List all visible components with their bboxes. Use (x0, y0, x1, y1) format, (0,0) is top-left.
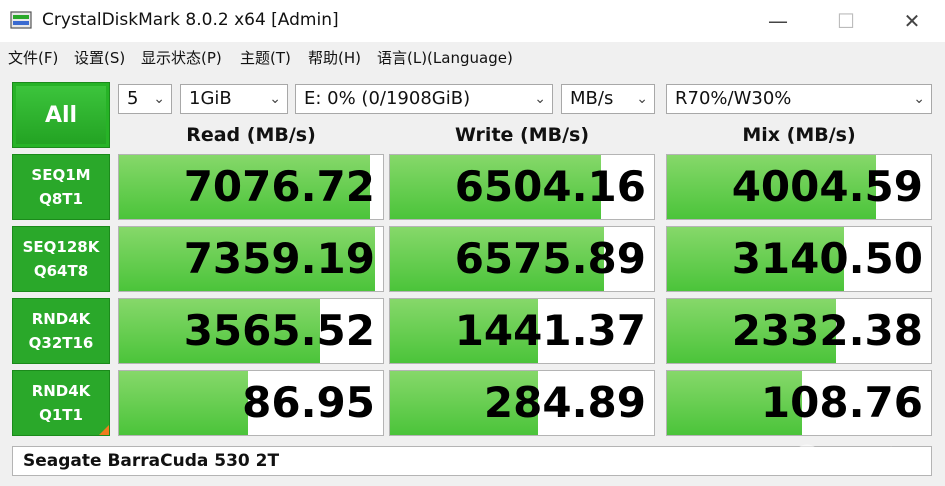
mix-header: Mix (MB/s) (742, 124, 856, 146)
result-value: 3565.52 (183, 306, 375, 355)
maximize-icon: ☐ (837, 9, 855, 33)
chevron-down-icon: ⌄ (153, 91, 165, 107)
result-read: 7076.72 (118, 154, 384, 220)
result-value: 6504.16 (454, 162, 646, 211)
maximize-button[interactable]: ☐ (823, 6, 869, 36)
test-params: Q8T1 (39, 190, 83, 208)
test-name: SEQ128K (22, 238, 100, 256)
all-button-label: All (44, 102, 78, 128)
title-bar: CrystalDiskMark 8.0.2 x64 [Admin] — ☐ ✕ (0, 0, 945, 42)
mix-ratio-select[interactable]: R70%/W30% ⌄ (666, 84, 932, 114)
chevron-down-icon: ⌄ (913, 91, 925, 107)
result-value: 2332.38 (731, 306, 923, 355)
chevron-down-icon: ⌄ (534, 91, 546, 107)
watermark-logo-icon (793, 444, 821, 472)
drive-select[interactable]: E: 0% (0/1908GiB) ⌄ (295, 84, 553, 114)
window-title: CrystalDiskMark 8.0.2 x64 [Admin] (42, 10, 339, 30)
test-name: SEQ1M (31, 166, 91, 184)
read-header: Read (MB/s) (186, 124, 316, 146)
test-button-rnd4k-q1t1[interactable]: RND4K Q1T1 (12, 370, 110, 436)
test-button-rnd4k-q32t16[interactable]: RND4K Q32T16 (12, 298, 110, 364)
test-name: RND4K (31, 382, 91, 400)
menu-help[interactable]: 帮助(H) (308, 47, 361, 68)
drive-value: E: 0% (0/1908GiB) (304, 88, 471, 109)
result-mix: 3140.50 (666, 226, 932, 292)
result-value: 284.89 (483, 378, 646, 427)
result-read: 86.95 (118, 370, 384, 436)
result-value: 7076.72 (183, 162, 375, 211)
result-read: 3565.52 (118, 298, 384, 364)
close-button[interactable]: ✕ (889, 6, 935, 36)
result-mix: 4004.59 (666, 154, 932, 220)
chevron-down-icon: ⌄ (269, 91, 281, 107)
result-value: 1441.37 (454, 306, 646, 355)
corner-marker (99, 425, 109, 435)
test-button-seq128k-q64t8[interactable]: SEQ128K Q64T8 (12, 226, 110, 292)
minimize-button[interactable]: — (755, 6, 801, 36)
app-icon (10, 11, 32, 29)
watermark: 小黑盒 (790, 436, 940, 480)
all-button[interactable]: All (12, 82, 110, 148)
chevron-down-icon: ⌄ (636, 91, 648, 107)
result-write: 6504.16 (389, 154, 655, 220)
result-value: 3140.50 (731, 234, 923, 283)
result-value: 7359.19 (183, 234, 375, 283)
result-value: 6575.89 (454, 234, 646, 283)
minimize-icon: — (768, 9, 788, 33)
watermark-text: 小黑盒 (826, 446, 905, 476)
unit-select[interactable]: MB/s ⌄ (561, 84, 655, 114)
menu-bar: 文件(F) 设置(S) 显示状态(P) 主题(T) 帮助(H) 语言(L)(La… (0, 42, 945, 72)
menu-theme[interactable]: 主题(T) (240, 47, 291, 68)
mix-ratio-value: R70%/W30% (675, 88, 792, 109)
result-value: 86.95 (242, 378, 375, 427)
write-header: Write (MB/s) (454, 124, 590, 146)
result-write: 1441.37 (389, 298, 655, 364)
test-button-seq1m-q8t1[interactable]: SEQ1M Q8T1 (12, 154, 110, 220)
menu-settings[interactable]: 设置(S) (74, 47, 125, 68)
menu-language[interactable]: 语言(L)(Language) (377, 47, 513, 68)
menu-file[interactable]: 文件(F) (8, 47, 58, 68)
menu-display[interactable]: 显示状态(P) (141, 47, 222, 68)
result-bar (119, 371, 249, 435)
result-mix: 2332.38 (666, 298, 932, 364)
test-size-value: 1GiB (189, 88, 232, 109)
close-icon: ✕ (903, 9, 921, 33)
result-read: 7359.19 (118, 226, 384, 292)
test-count-value: 5 (127, 88, 139, 109)
test-params: Q1T1 (39, 406, 83, 424)
result-value: 108.76 (760, 378, 923, 427)
result-write: 284.89 (389, 370, 655, 436)
test-size-select[interactable]: 1GiB ⌄ (180, 84, 288, 114)
test-count-select[interactable]: 5 ⌄ (118, 84, 172, 114)
test-params: Q32T16 (28, 334, 94, 352)
result-value: 4004.59 (731, 162, 923, 211)
unit-value: MB/s (570, 88, 614, 109)
result-mix: 108.76 (666, 370, 932, 436)
result-write: 6575.89 (389, 226, 655, 292)
test-name: RND4K (31, 310, 91, 328)
test-params: Q64T8 (33, 262, 89, 280)
